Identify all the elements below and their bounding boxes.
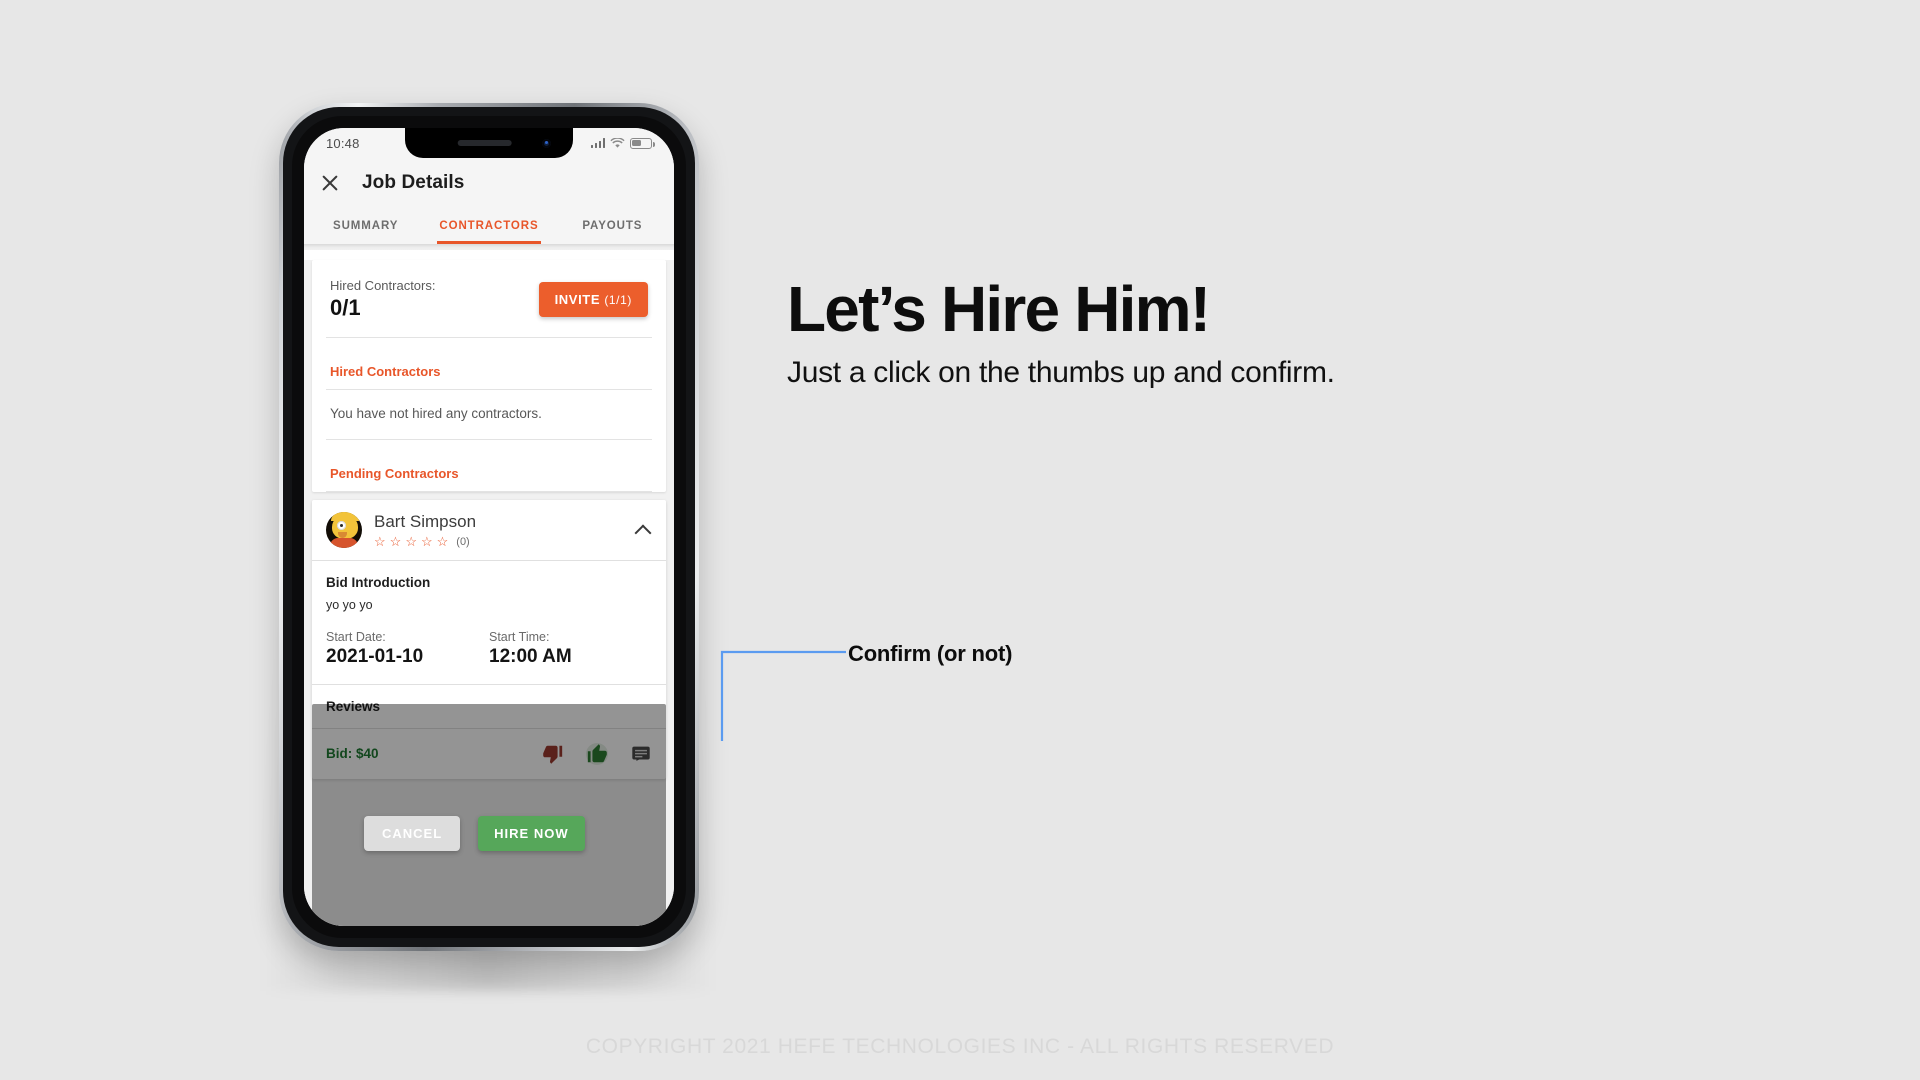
bid-action-row: Bid: $40: [312, 729, 666, 779]
star-icon: ☆: [405, 534, 417, 549]
contractor-header[interactable]: Bart Simpson ☆ ☆ ☆ ☆ ☆ (0): [312, 500, 666, 560]
status-bar-indicators: [590, 137, 655, 149]
slide-canvas: 10:48 Job Details SUMMARY CONTRACTORS PA…: [0, 0, 1920, 1080]
tab-payouts[interactable]: PAYOUTS: [551, 208, 674, 244]
callout-leader-line: [720, 650, 846, 741]
invite-button-label: INVITE: [554, 292, 601, 307]
copyright-text: COPYRIGHT 2021 HEFE TECHNOLOGIES INC - A…: [585, 1035, 1335, 1058]
star-icon: ☆: [389, 534, 402, 549]
wifi-icon: [610, 137, 625, 148]
hired-contractors-empty-text: You have not hired any contractors.: [330, 406, 542, 421]
signal-bars-icon: [590, 138, 605, 148]
schedule-row: Start Date: 2021-01-10 Start Time: 12:00…: [326, 630, 652, 668]
thumbs-down-icon[interactable]: [542, 743, 564, 765]
avatar: [326, 512, 362, 548]
pending-section-divider: [326, 491, 652, 492]
bid-details: Bid Introduction yo yo yo Start Date: 20…: [312, 561, 666, 684]
contractor-identity: Bart Simpson ☆ ☆ ☆ ☆ ☆ (0): [374, 512, 476, 548]
contractor-card[interactable]: Bart Simpson ☆ ☆ ☆ ☆ ☆ (0) Bid Introduct…: [312, 500, 666, 779]
cancel-button[interactable]: CANCEL: [364, 816, 461, 851]
status-bar-time: 10:48: [326, 135, 360, 151]
invite-button[interactable]: INVITE (1/1): [538, 282, 648, 317]
message-icon[interactable]: [630, 743, 652, 765]
contractor-actions: [542, 742, 652, 765]
bid-introduction-text: yo yo yo: [326, 598, 373, 612]
hired-contractors-label: Hired Contractors:: [330, 278, 436, 293]
star-icon: ☆: [374, 534, 386, 549]
earpiece-speaker-icon: [457, 140, 512, 146]
tab-bar-shadow: [304, 244, 674, 250]
pending-contractors-section-title: Pending Contractors: [330, 466, 459, 481]
tab-summary[interactable]: SUMMARY: [304, 208, 427, 244]
phone-midframe: 10:48 Job Details SUMMARY CONTRACTORS PA…: [283, 107, 695, 947]
bid-amount: Bid: $40: [326, 746, 379, 762]
tab-contractors[interactable]: CONTRACTORS: [427, 208, 550, 244]
reviews-title: Reviews: [326, 698, 381, 714]
star-icon: ☆: [420, 534, 433, 549]
close-icon[interactable]: [318, 171, 342, 195]
hired-contractors-row: Hired Contractors: 0/1 INVITE (1/1): [326, 260, 652, 337]
phone-mockup: 10:48 Job Details SUMMARY CONTRACTORS PA…: [263, 103, 713, 991]
tab-bar: SUMMARY CONTRACTORS PAYOUTS: [304, 208, 674, 244]
callout-label: Confirm (or not): [848, 641, 1013, 666]
hire-now-button[interactable]: HIRE NOW: [478, 816, 585, 851]
start-date-block: Start Date: 2021-01-10: [326, 630, 489, 668]
star-icon: ☆: [436, 534, 449, 549]
battery-icon: [630, 137, 655, 149]
chevron-up-icon[interactable]: [634, 521, 652, 539]
app-bar: Job Details: [304, 158, 674, 208]
thumbs-up-icon[interactable]: [586, 742, 608, 765]
contractor-name: Bart Simpson: [374, 512, 477, 531]
start-time-value: 12:00 AM: [489, 646, 572, 667]
phone-notch: [405, 128, 573, 158]
summary-card: Hired Contractors: 0/1 INVITE (1/1) Hire…: [312, 260, 666, 492]
start-time-label: Start Time:: [489, 630, 550, 644]
confirm-dialog-actions: CANCEL HIRE NOW: [364, 816, 585, 851]
copyright-footer: COPYRIGHT 2021 HEFE TECHNOLOGIES INC - A…: [0, 1035, 1920, 1059]
phone-frame: 10:48 Job Details SUMMARY CONTRACTORS PA…: [279, 103, 699, 951]
bid-introduction-title: Bid Introduction: [326, 575, 431, 590]
phone-bezel: 10:48 Job Details SUMMARY CONTRACTORS PA…: [292, 116, 686, 938]
page-title: Job Details: [362, 172, 465, 193]
start-date-label: Start Date:: [326, 630, 386, 644]
front-camera-icon: [542, 139, 551, 148]
phone-screen: 10:48 Job Details SUMMARY CONTRACTORS PA…: [304, 128, 674, 926]
hired-contractors-count: 0/1: [330, 295, 361, 320]
invite-button-count: (1/1): [604, 293, 632, 307]
start-time-block: Start Time: 12:00 AM: [489, 630, 652, 668]
rating-count: (0): [456, 535, 470, 548]
subheadline: Just a click on the thumbs up and confir…: [787, 356, 1335, 389]
headline: Let’s Hire Him!: [787, 273, 1211, 345]
rating-stars: ☆ ☆ ☆ ☆ ☆ (0): [374, 535, 476, 548]
hired-contractors-section-title: Hired Contractors: [330, 364, 441, 379]
hired-contractors-block: Hired Contractors: 0/1: [330, 278, 435, 321]
start-date-value: 2021-01-10: [326, 646, 424, 667]
